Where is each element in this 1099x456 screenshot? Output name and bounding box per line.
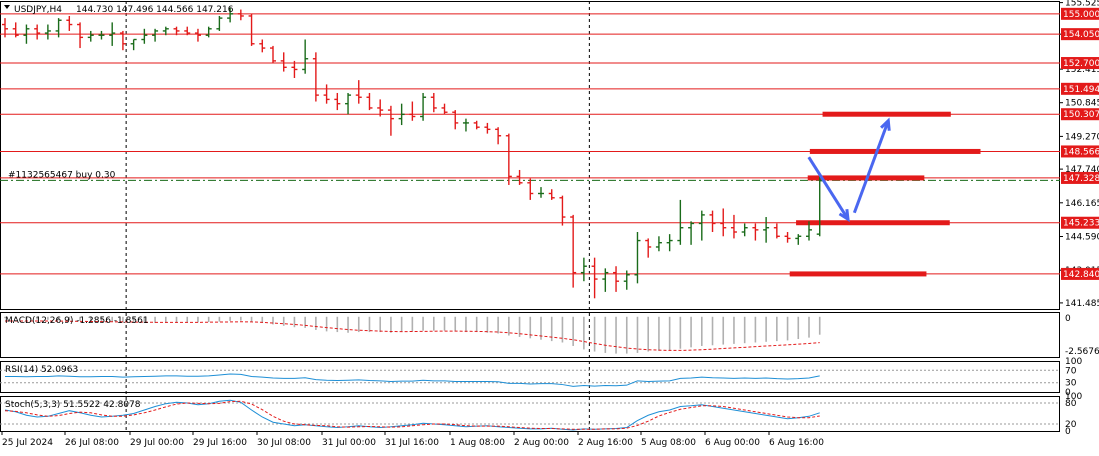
stoch-title: Stoch(5,3,3) 51.5522 42.8078 <box>5 400 141 410</box>
rsi-axis-label-1: 70 <box>1065 366 1077 376</box>
level-label-text-5: 148.566 <box>1063 147 1099 157</box>
level-label-text-6: 147.328 <box>1063 174 1099 184</box>
price-tick-label-3: 150.845 <box>1065 99 1099 109</box>
symbol-label: USDJPY,H4 <box>14 5 62 15</box>
time-label-4: 30 Jul 08:00 <box>257 438 311 448</box>
level-label-text-0: 155.000 <box>1063 10 1099 20</box>
macd-label-0: 0 <box>1065 314 1071 324</box>
zone-bar-0 <box>822 111 951 117</box>
time-label-9: 2 Aug 16:00 <box>578 438 633 448</box>
price-tick-label-4: 149.270 <box>1065 132 1099 142</box>
level-label-text-4: 150.307 <box>1063 110 1099 120</box>
level-label-0: 155.000 <box>1061 7 1099 20</box>
price-tick-label-0: 155.525 <box>1065 0 1099 9</box>
time-label-11: 6 Aug 00:00 <box>705 438 760 448</box>
rsi-title: RSI(14) 52.0963 <box>5 365 78 375</box>
level-label-text-8: 142.840 <box>1063 270 1099 280</box>
time-label-1: 26 Jul 08:00 <box>65 438 119 448</box>
ohlc-label: 144.730 147.496 144.566 147.216 <box>76 5 234 15</box>
price-tick-label-7: 144.590 <box>1065 232 1099 242</box>
level-label-7: 145.233 <box>1061 216 1099 229</box>
time-label-3: 29 Jul 16:00 <box>193 438 247 448</box>
zone-bar-4 <box>789 271 927 277</box>
time-label-12: 6 Aug 16:00 <box>769 438 824 448</box>
chart-background <box>0 0 1099 456</box>
stoch-axis-label-1: 80 <box>1065 399 1077 409</box>
level-label-8: 142.840 <box>1061 267 1099 280</box>
level-label-6: 147.328 <box>1061 171 1099 184</box>
level-label-text-1: 154.050 <box>1063 30 1099 40</box>
time-label-7: 1 Aug 08:00 <box>450 438 505 448</box>
time-label-8: 2 Aug 00:00 <box>514 438 569 448</box>
time-label-6: 31 Jul 16:00 <box>385 438 439 448</box>
level-label-5: 148.566 <box>1061 145 1099 158</box>
level-label-text-7: 145.233 <box>1063 219 1099 229</box>
level-label-text-2: 152.700 <box>1063 59 1099 69</box>
chart-header: USDJPY,H4 144.730 147.496 144.566 147.21… <box>4 5 234 15</box>
zone-bar-1 <box>809 148 981 154</box>
level-label-4: 150.307 <box>1061 108 1099 121</box>
time-label-10: 5 Aug 08:00 <box>641 438 696 448</box>
trade-line-label: #1132565467 buy 0.30 <box>8 170 116 180</box>
macd-title: MACD(12,26,9) -1.2856 -1.8561 <box>5 316 149 326</box>
stoch-axis-label-3: 0 <box>1065 427 1071 437</box>
level-label-2: 152.700 <box>1061 57 1099 70</box>
trading-chart[interactable]: 155.525154.050152.415150.845149.270147.7… <box>0 0 1099 456</box>
level-label-text-3: 151.494 <box>1063 85 1099 95</box>
macd-label-1: -2.5676 <box>1065 347 1099 357</box>
level-label-1: 154.050 <box>1061 28 1099 41</box>
price-tick-label-9: 141.485 <box>1065 299 1099 309</box>
price-tick-label-6: 146.165 <box>1065 199 1099 209</box>
time-label-0: 25 Jul 2024 <box>2 438 53 448</box>
time-label-5: 31 Jul 00:00 <box>322 438 376 448</box>
level-label-3: 151.494 <box>1061 82 1099 95</box>
time-label-2: 29 Jul 00:00 <box>130 438 184 448</box>
